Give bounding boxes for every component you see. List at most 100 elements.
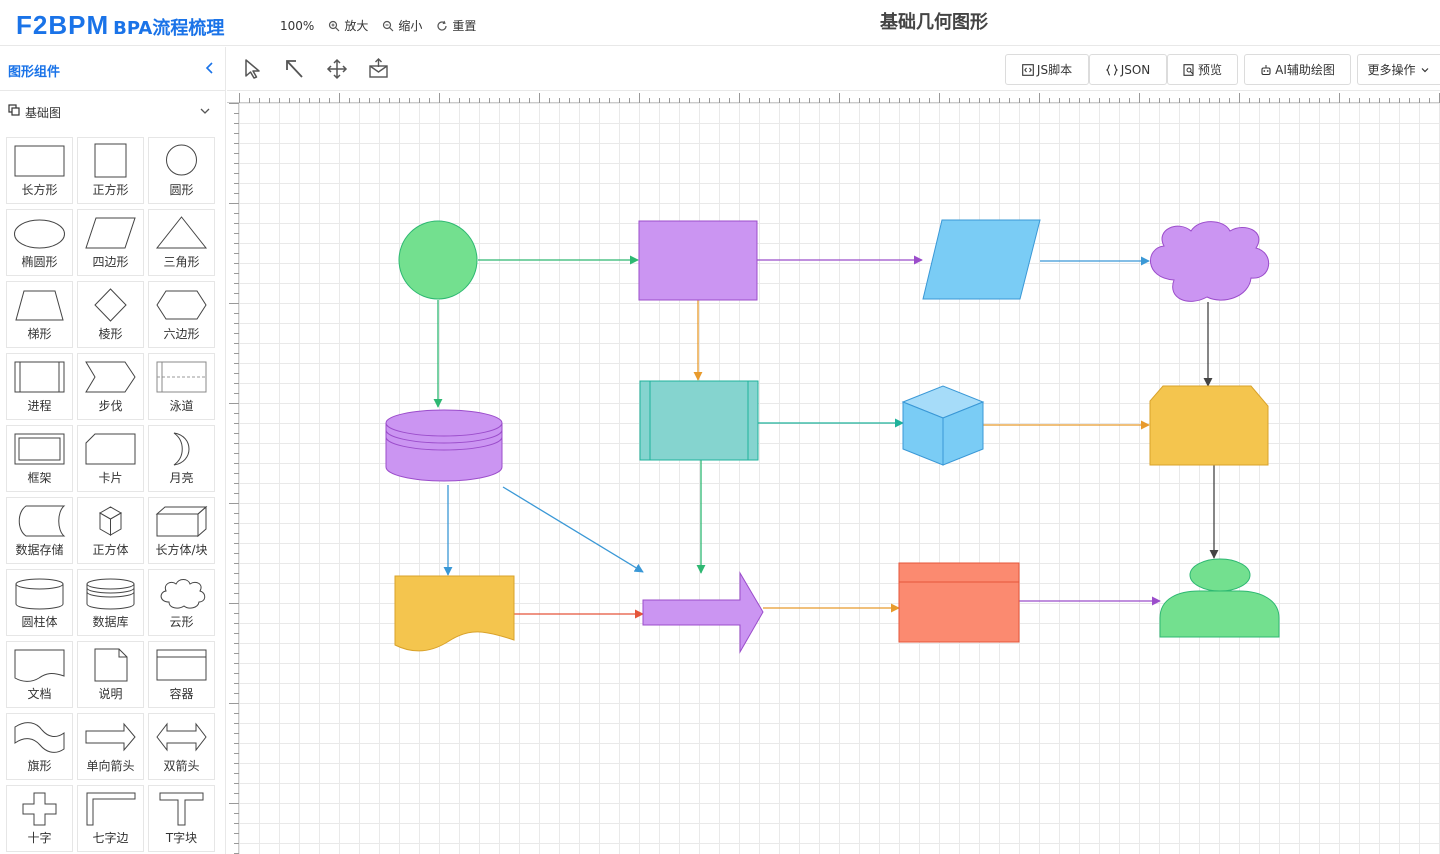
zoom-level: 100% xyxy=(280,18,315,33)
preview-label: 预览 xyxy=(1197,63,1222,77)
json-label: JSON xyxy=(1120,62,1151,77)
palette-item-cross[interactable]: 十字 xyxy=(6,785,73,852)
palette-item-circle[interactable]: 圆形 xyxy=(148,137,215,204)
drawing-canvas[interactable] xyxy=(239,103,1440,854)
palette-item-document[interactable]: 文档 xyxy=(6,641,73,708)
swimlane-icon xyxy=(156,361,207,393)
palette-item-data-storage[interactable]: 数据存储 xyxy=(6,497,73,564)
container-shape[interactable] xyxy=(898,562,1020,643)
palette-item-label: 说明 xyxy=(98,687,123,701)
palette-item-label: 三角形 xyxy=(163,255,200,269)
collapse-icon[interactable] xyxy=(203,61,217,75)
palette-item-cloud[interactable]: 云形 xyxy=(148,569,215,636)
palette-item-triangle[interactable]: 三角形 xyxy=(148,209,215,276)
export-image-icon[interactable] xyxy=(367,57,391,81)
palette-item-rectangle[interactable]: 长方形 xyxy=(6,137,73,204)
palette-item-label: 文档 xyxy=(27,687,52,701)
card-shape[interactable] xyxy=(1149,385,1269,466)
document-title[interactable]: 基础几何图形 xyxy=(880,8,988,34)
reset-zoom-button[interactable]: 重置 xyxy=(436,17,476,34)
palette-item-frame[interactable]: 框架 xyxy=(6,425,73,492)
chevron-down-icon xyxy=(1421,67,1428,72)
triangle-icon xyxy=(155,216,208,249)
palette-item-cuboid[interactable]: 长方体/块 xyxy=(148,497,215,564)
palette-item-label: 框架 xyxy=(27,471,52,485)
palette-item-square[interactable]: 正方形 xyxy=(77,137,144,204)
cylinder-icon xyxy=(15,578,64,610)
zoom-out-label: 缩小 xyxy=(398,19,423,33)
palette-item-cube[interactable]: 正方体 xyxy=(77,497,144,564)
palette-item-database[interactable]: 数据库 xyxy=(77,569,144,636)
palette-item-label: 梯形 xyxy=(27,327,52,341)
ai-assist-button[interactable]: AI辅助绘图 xyxy=(1244,54,1351,85)
robot-icon xyxy=(1261,64,1271,75)
palette-item-swimlane[interactable]: 泳道 xyxy=(148,353,215,420)
palette-item-single-arrow[interactable]: 单向箭头 xyxy=(77,713,144,780)
vertical-ruler xyxy=(227,103,239,854)
palette-item-trapezoid[interactable]: 梯形 xyxy=(6,281,73,348)
select-pointer-icon[interactable] xyxy=(241,57,265,81)
trapezoid-icon xyxy=(15,290,64,321)
palette-item-label: 长方形 xyxy=(21,183,58,197)
connector-database-to-arrow[interactable] xyxy=(502,486,644,573)
parallelogram-shape[interactable] xyxy=(922,219,1041,300)
js-script-button[interactable]: JS脚本 xyxy=(1005,54,1089,85)
zoom-in-icon xyxy=(329,20,340,31)
cube-icon xyxy=(98,506,123,536)
double-arrow-icon xyxy=(156,722,207,752)
circle-shape[interactable] xyxy=(398,220,478,300)
palette-item-l-shape[interactable]: 七字边 xyxy=(77,785,144,852)
rectangle-shape[interactable] xyxy=(638,220,758,301)
zoom-out-button[interactable]: 缩小 xyxy=(382,17,422,34)
palette-item-moon[interactable]: 月亮 xyxy=(148,425,215,492)
palette-item-double-arrow[interactable]: 双箭头 xyxy=(148,713,215,780)
palette-item-note[interactable]: 说明 xyxy=(77,641,144,708)
document-shape[interactable] xyxy=(394,575,515,652)
cloud-icon xyxy=(160,579,206,609)
cross-icon xyxy=(22,792,57,826)
palette-item-label: 容器 xyxy=(169,687,194,701)
move-canvas-icon[interactable] xyxy=(325,57,349,81)
top-header: F2BPM BPA流程梳理 100% 放大 缩小 重置 基础几何图形 xyxy=(0,0,1440,46)
shape-group-header[interactable]: 基础图 xyxy=(0,91,225,131)
json-button[interactable]: JSON xyxy=(1089,54,1167,85)
document-icon xyxy=(14,649,65,682)
database-shape[interactable] xyxy=(385,409,503,482)
connector-arrow-icon[interactable] xyxy=(283,57,307,81)
palette-item-container[interactable]: 容器 xyxy=(148,641,215,708)
more-actions-button[interactable]: 更多操作 xyxy=(1357,54,1440,85)
ellipse-icon xyxy=(14,219,65,249)
single-arrow-icon xyxy=(85,722,136,752)
preview-button[interactable]: 预览 xyxy=(1167,54,1238,85)
process-icon xyxy=(14,361,65,393)
palette-item-diamond[interactable]: 棱形 xyxy=(77,281,144,348)
palette-item-parallelogram[interactable]: 四边形 xyxy=(77,209,144,276)
palette-item-card[interactable]: 卡片 xyxy=(77,425,144,492)
palette-item-label: 月亮 xyxy=(169,471,194,485)
palette-item-cylinder[interactable]: 圆柱体 xyxy=(6,569,73,636)
json-icon xyxy=(1105,63,1118,76)
palette-item-flag[interactable]: 旗形 xyxy=(6,713,73,780)
palette-item-label: 旗形 xyxy=(27,759,52,773)
palette-item-label: 正方形 xyxy=(92,183,129,197)
note-icon xyxy=(94,648,128,682)
palette-item-label: 单向箭头 xyxy=(86,759,135,773)
palette-item-step[interactable]: 步伐 xyxy=(77,353,144,420)
palette-item-process[interactable]: 进程 xyxy=(6,353,73,420)
cube-shape[interactable] xyxy=(901,385,985,466)
cloud-shape[interactable] xyxy=(1149,221,1270,302)
shape-sidebar: 图形组件 基础图 长方形 正方形 圆形 椭圆形 四边形 三角形 梯形 棱形 六边形 进程 步伐 泳道框… xyxy=(0,47,226,854)
flag-icon xyxy=(14,722,65,753)
process-shape[interactable] xyxy=(639,380,759,461)
more-actions-label: 更多操作 xyxy=(1367,63,1416,77)
app-logo: F2BPM BPA流程梳理 xyxy=(16,10,224,41)
shape-palette: 长方形 正方形 圆形椭圆形 四边形 三角形梯形 棱形 六边形进程 步伐 泳道框架 卡片 月亮数据存储… xyxy=(6,137,218,852)
palette-item-t-block[interactable]: T字块 xyxy=(148,785,215,852)
palette-item-hexagon[interactable]: 六边形 xyxy=(148,281,215,348)
cuboid-icon xyxy=(155,505,208,538)
person-shape[interactable] xyxy=(1159,558,1280,638)
single-arrow-shape[interactable] xyxy=(642,571,764,654)
ai-assist-label: AI辅助绘图 xyxy=(1275,63,1335,77)
zoom-in-button[interactable]: 放大 xyxy=(328,17,368,34)
palette-item-ellipse[interactable]: 椭圆形 xyxy=(6,209,73,276)
